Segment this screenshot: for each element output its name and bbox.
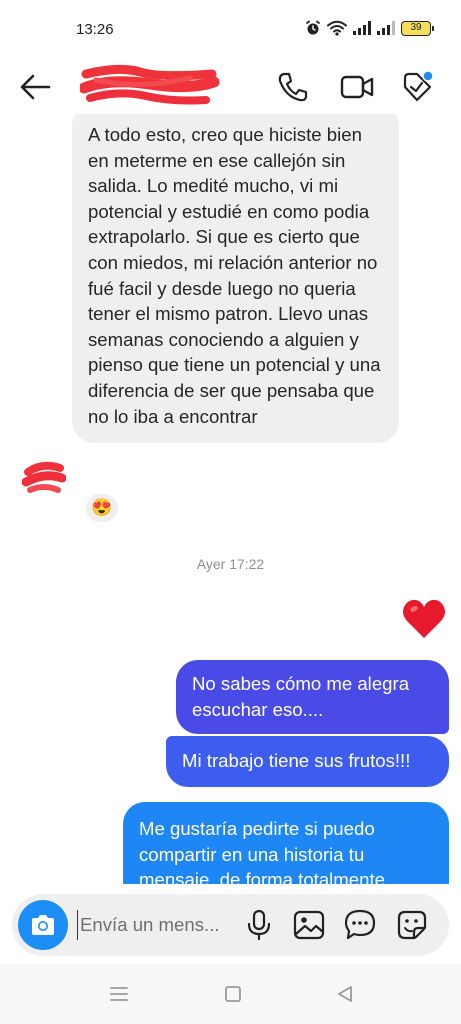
alarm-icon — [306, 20, 320, 35]
incoming-message[interactable]: A todo esto, creo que hiciste bien en me… — [72, 114, 399, 444]
status-icons: 39 — [305, 20, 434, 36]
camera-icon — [32, 915, 54, 935]
phone-icon[interactable] — [276, 70, 310, 104]
back-triangle-icon[interactable] — [334, 984, 356, 1004]
video-camera-icon[interactable] — [340, 70, 374, 104]
chat-bubble-icon[interactable] — [343, 908, 377, 942]
heart-reaction-icon[interactable] — [400, 596, 448, 642]
signal-icon — [353, 21, 371, 35]
contact-name-redacted[interactable] — [80, 64, 220, 108]
microphone-icon[interactable] — [242, 908, 276, 942]
chat-header — [0, 62, 461, 114]
outgoing-message[interactable]: Me gustaría pedirte si puedo compartir e… — [123, 802, 449, 884]
signal-icon — [377, 21, 395, 35]
heart-eyes-emoji: 😍 — [91, 498, 113, 517]
back-arrow-icon[interactable] — [18, 72, 52, 102]
message-composer — [12, 894, 449, 956]
message-input[interactable] — [77, 910, 242, 940]
emoji-reaction[interactable]: 😍 — [84, 492, 120, 524]
system-navigation-bar — [0, 964, 461, 1024]
status-time: 13:26 — [76, 21, 114, 38]
camera-button[interactable] — [18, 900, 68, 950]
message-timestamp: Ayer 17:22 — [196, 556, 265, 572]
sender-avatar-redacted[interactable] — [22, 458, 66, 498]
tag-icon[interactable] — [400, 70, 434, 104]
home-icon[interactable] — [222, 984, 244, 1004]
battery-icon: 39 — [401, 20, 434, 36]
outgoing-message[interactable]: No sabes cómo me alegra escuchar eso.... — [176, 660, 449, 735]
gallery-icon[interactable] — [292, 908, 326, 942]
menu-icon[interactable] — [108, 984, 130, 1004]
sticker-icon[interactable] — [395, 908, 429, 942]
wifi-icon — [327, 20, 347, 36]
status-bar: 13:26 39 — [0, 0, 461, 62]
outgoing-message[interactable]: Mi trabajo tiene sus frutos!!! — [166, 736, 449, 787]
message-list[interactable]: A todo esto, creo que hiciste bien en me… — [0, 114, 461, 884]
